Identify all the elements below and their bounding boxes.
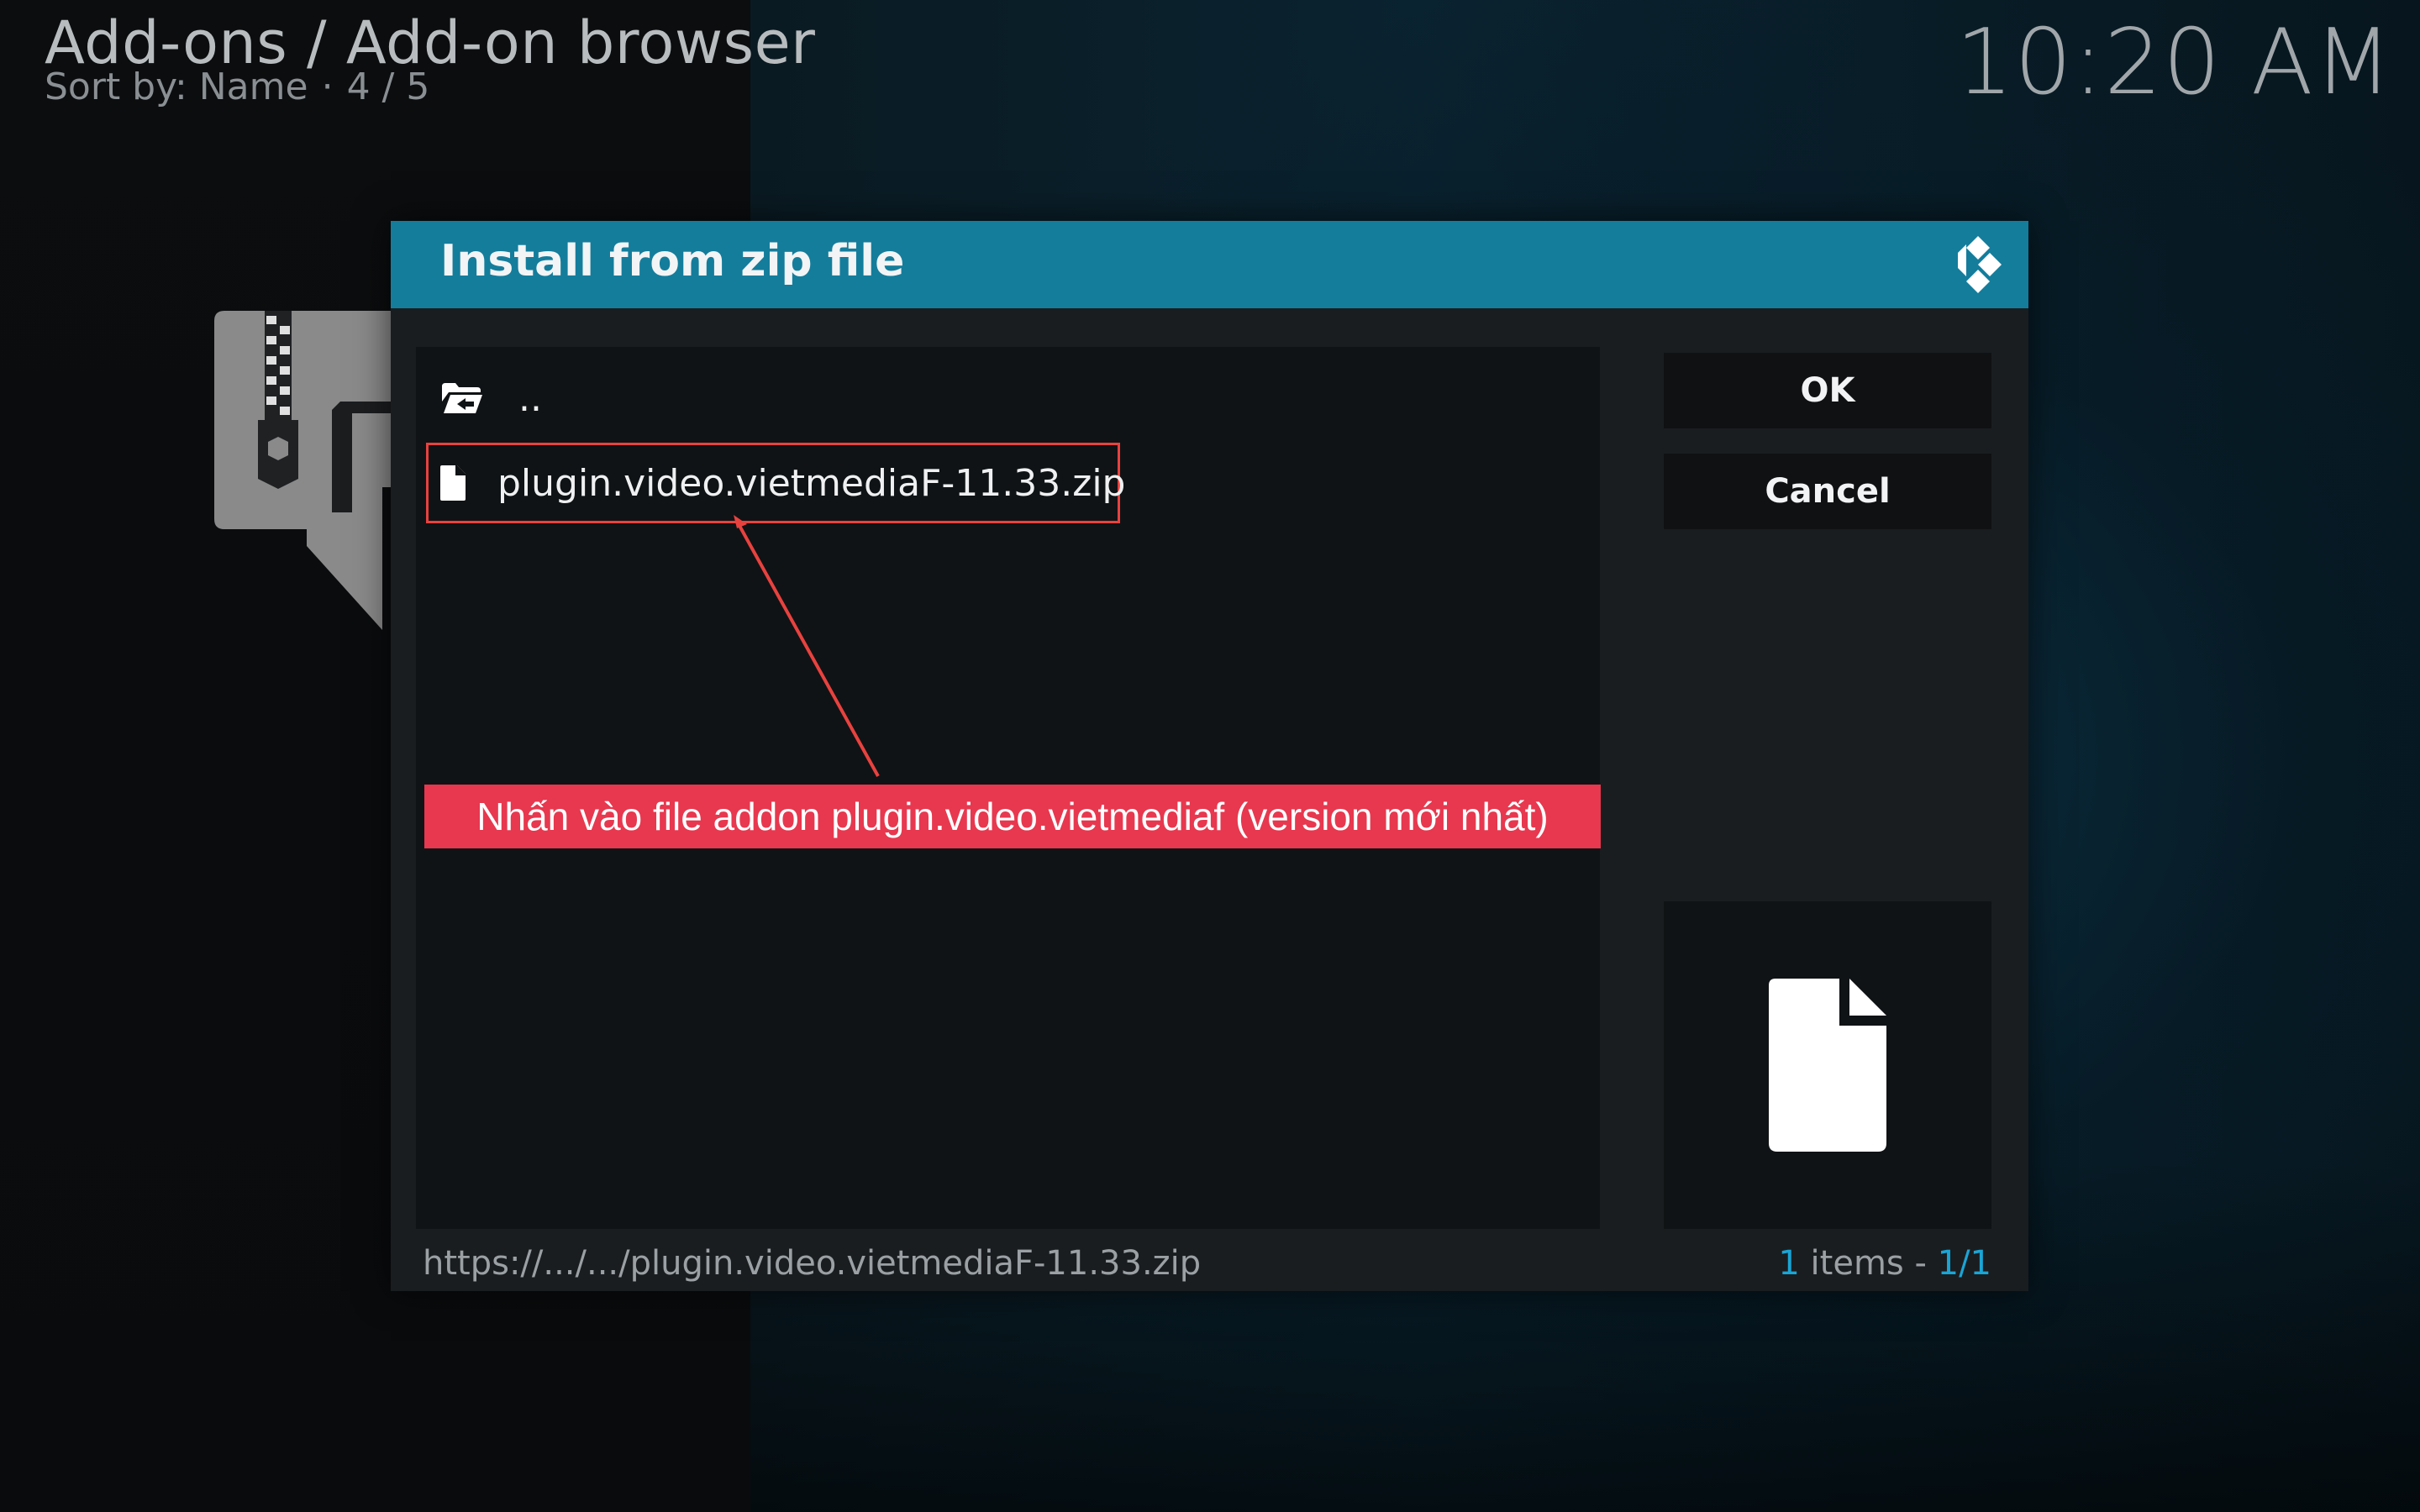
dialog-title: Install from zip file xyxy=(440,236,905,286)
install-dialog: Install from zip file .. plugin.video.vi… xyxy=(391,221,2028,1291)
separator-dot: · xyxy=(321,66,334,108)
file-icon xyxy=(440,465,466,501)
cancel-button[interactable]: Cancel xyxy=(1664,454,1991,529)
list-item-label: plugin.video.vietmediaF-11.33.zip xyxy=(497,461,1126,505)
clock: 10:20 AM xyxy=(1955,10,2393,115)
dialog-header: Install from zip file xyxy=(391,221,2028,308)
item-position: 4 / 5 xyxy=(346,66,430,108)
sort-info[interactable]: Sort by: Name · 4 / 5 xyxy=(45,66,429,108)
sort-label: Sort by: Name xyxy=(45,66,308,108)
file-preview-icon xyxy=(1769,979,1886,1152)
selected-path: https://.../.../plugin.video.vietmediaF-… xyxy=(423,1244,1202,1283)
items-count: 1 items - 1/1 xyxy=(1778,1244,1991,1283)
list-item-zip-file[interactable]: plugin.video.vietmediaF-11.33.zip xyxy=(426,443,1125,523)
list-item-parent-folder[interactable]: .. xyxy=(426,362,1120,434)
folder-back-icon xyxy=(438,381,487,415)
zip-file-icon xyxy=(214,311,399,630)
annotation-callout: Nhấn vào file addon plugin.video.vietmed… xyxy=(424,785,1601,848)
kodi-logo-icon xyxy=(1958,236,2002,293)
file-preview xyxy=(1664,901,1991,1229)
ok-button[interactable]: OK xyxy=(1664,353,1991,428)
list-item-label: .. xyxy=(518,376,542,420)
items-count-number: 1 xyxy=(1778,1244,1800,1283)
items-page: 1/1 xyxy=(1937,1244,1991,1283)
items-count-label: items - xyxy=(1810,1244,1927,1283)
